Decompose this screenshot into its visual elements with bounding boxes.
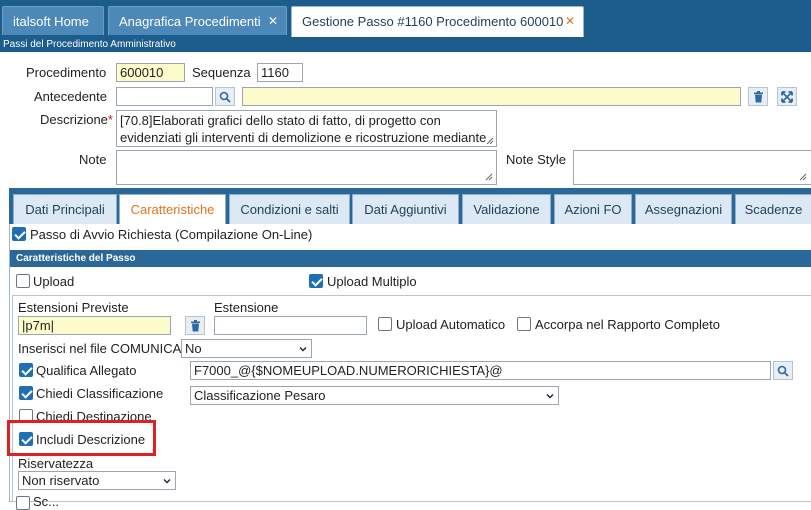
select-value: Non riservato xyxy=(22,473,100,488)
passo-avvio-checkbox[interactable] xyxy=(12,227,26,241)
inserisci-comunica-select[interactable]: No xyxy=(181,339,312,358)
section-header: Caratteristiche del Passo xyxy=(10,250,811,267)
subheader: Passi del Procedimento Amministrativo xyxy=(0,37,811,52)
trash-icon xyxy=(190,319,200,331)
expand-button[interactable] xyxy=(777,87,797,106)
antecedente-label: Antecedente xyxy=(34,89,108,104)
delete-button[interactable] xyxy=(748,87,768,106)
partial-checkbox[interactable] xyxy=(16,496,30,510)
note-label: Note xyxy=(79,152,107,167)
estensione-label: Estensione xyxy=(214,300,279,315)
select-value: No xyxy=(185,341,202,356)
descrizione-line: [70.8]Elaborati grafici dello stato di f… xyxy=(120,113,441,128)
note-style-textarea[interactable] xyxy=(573,150,811,185)
required-marker: * xyxy=(107,112,113,127)
chevron-down-icon xyxy=(546,394,554,399)
qualifica-search-button[interactable] xyxy=(773,361,793,380)
tab-anagrafica-procedimenti[interactable]: Anagrafica Procedimenti ✕ xyxy=(108,6,287,35)
tab-caratteristiche[interactable]: Caratteristiche xyxy=(119,194,226,224)
upload-checkbox[interactable] xyxy=(16,274,30,288)
highlight-box xyxy=(7,420,156,456)
close-icon[interactable]: ✕ xyxy=(565,7,575,36)
sequenza-input[interactable]: 1160 xyxy=(257,63,303,82)
passo-avvio-label: Passo di Avvio Richiesta (Compilazione O… xyxy=(30,227,313,242)
select-value: Classificazione Pesaro xyxy=(194,388,326,403)
resize-grip-icon[interactable] xyxy=(483,171,493,181)
search-icon xyxy=(777,365,789,377)
estensioni-previste-input[interactable]: |p7m| xyxy=(18,316,171,335)
resize-grip-icon[interactable] xyxy=(797,171,807,181)
upload-multiplo-label: Upload Multiplo xyxy=(327,274,417,289)
tab-label: Anagrafica Procedimenti xyxy=(119,14,261,29)
riservatezza-select[interactable]: Non riservato xyxy=(18,471,176,490)
resize-grip-icon[interactable] xyxy=(484,135,494,145)
note-style-label: Note Style xyxy=(506,152,566,167)
tab-azioni-fo[interactable]: Azioni FO xyxy=(554,194,632,224)
qualifica-allegato-input[interactable]: F7000_@{$NOMEUPLOAD.NUMERORICHIESTA}@ xyxy=(190,361,771,380)
accorpa-checkbox[interactable] xyxy=(517,317,531,331)
tab-scadenze[interactable]: Scadenze xyxy=(735,194,811,224)
procedimento-label: Procedimento xyxy=(26,65,107,80)
close-icon[interactable]: ✕ xyxy=(268,7,278,36)
descrizione-line: evidenziati gli interventi di demolizion… xyxy=(120,130,487,145)
tab-validazione[interactable]: Validazione xyxy=(462,194,551,224)
sequenza-label: Sequenza xyxy=(192,65,251,80)
qualifica-allegato-label: Qualifica Allegato xyxy=(36,363,137,378)
qualifica-allegato-checkbox[interactable] xyxy=(19,363,33,377)
antecedente-input[interactable] xyxy=(116,87,213,106)
accorpa-label: Accorpa nel Rapporto Completo xyxy=(535,317,720,332)
tab-dati-aggiuntivi[interactable]: Dati Aggiuntivi xyxy=(352,194,459,224)
tab-gestione-passo[interactable]: Gestione Passo #1160 Procedimento 600010… xyxy=(291,6,584,37)
search-icon xyxy=(219,91,231,103)
tab-label: italsoft Home xyxy=(13,14,89,29)
chevron-down-icon xyxy=(299,347,307,352)
trash-icon xyxy=(753,90,763,102)
upload-automatico-checkbox[interactable] xyxy=(378,317,392,331)
descrizione-label-text: Descrizione xyxy=(40,112,108,127)
upload-label: Upload xyxy=(33,274,75,289)
expand-icon xyxy=(781,90,793,103)
descrizione-textarea[interactable]: [70.8]Elaborati grafici dello stato di f… xyxy=(116,110,497,147)
chiedi-classificazione-checkbox[interactable] xyxy=(19,386,33,400)
chiedi-classificazione-label: Chiedi Classificazione xyxy=(36,386,164,401)
estensione-input[interactable] xyxy=(214,316,367,335)
tab-condizioni-e-salti[interactable]: Condizioni e salti xyxy=(229,194,350,224)
tab-dati-principali[interactable]: Dati Principali xyxy=(13,194,117,224)
note-textarea[interactable] xyxy=(116,150,497,185)
descrizione-label: Descrizione* xyxy=(40,112,113,127)
inserisci-comunica-label: Inserisci nel file COMUNICA xyxy=(18,341,182,356)
delete-extension-button[interactable] xyxy=(185,316,205,335)
tab-assegnazioni[interactable]: Assegnazioni xyxy=(635,194,732,224)
search-button[interactable] xyxy=(215,87,235,106)
chevron-down-icon xyxy=(163,479,171,484)
procedimento-input[interactable]: 600010 xyxy=(116,63,185,82)
classificazione-select[interactable]: Classificazione Pesaro xyxy=(190,386,559,405)
antecedente-description xyxy=(242,87,741,106)
tab-italsoft-home[interactable]: italsoft Home xyxy=(2,6,104,35)
upload-multiplo-checkbox[interactable] xyxy=(309,274,323,288)
tab-label: Gestione Passo #1160 Procedimento 600010 xyxy=(302,14,564,29)
estensioni-previste-label: Estensioni Previste xyxy=(18,300,129,315)
riservatezza-label: Riservatezza xyxy=(18,456,94,471)
upload-automatico-label: Upload Automatico xyxy=(396,317,506,332)
